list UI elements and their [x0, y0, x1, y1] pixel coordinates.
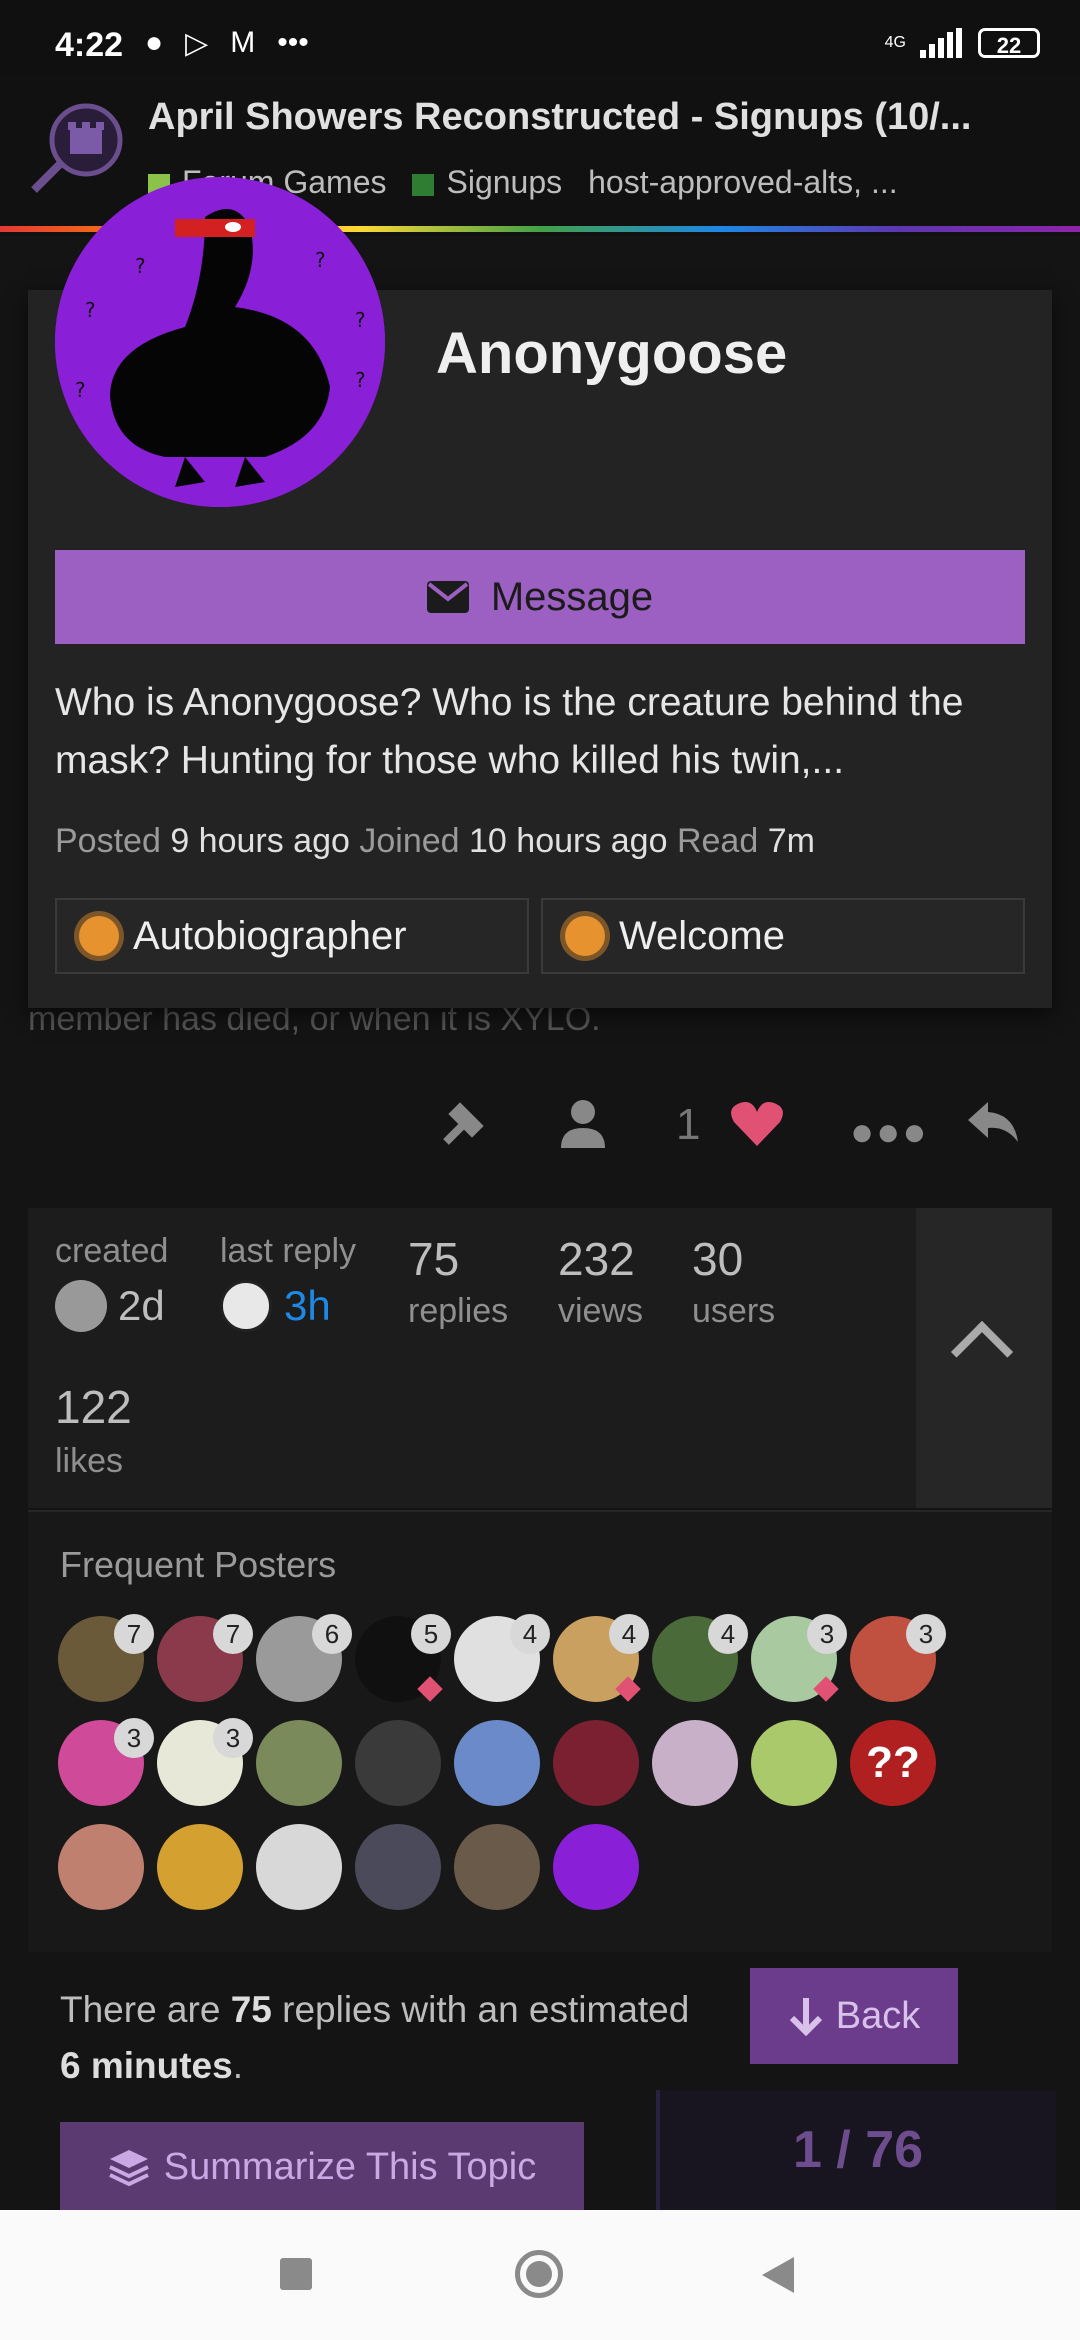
topic-tags[interactable]: host-approved-alts, ...: [588, 164, 897, 201]
poster-avatar[interactable]: [355, 1824, 441, 1910]
last-reply-avatar[interactable]: [220, 1280, 272, 1332]
poster-avatar[interactable]: [454, 1720, 540, 1806]
poster-avatar[interactable]: [355, 1616, 441, 1702]
users-count: 30: [692, 1233, 744, 1285]
heart-like-button[interactable]: [730, 1100, 784, 1153]
user-bio: Who is Anonygoose? Who is the creature b…: [55, 681, 964, 782]
poster-avatar[interactable]: [751, 1616, 837, 1702]
more-dots-icon: •••: [277, 26, 309, 59]
last-reply-value[interactable]: 3h: [284, 1282, 331, 1330]
svg-text:?: ?: [85, 298, 96, 322]
poster-avatar[interactable]: [850, 1616, 936, 1702]
svg-text:?: ?: [355, 308, 366, 332]
poster-avatar[interactable]: [652, 1616, 738, 1702]
topic-title[interactable]: April Showers Reconstructed - Signups (1…: [148, 96, 1028, 139]
more-actions-icon[interactable]: ●●●: [850, 1110, 928, 1155]
poster-avatar[interactable]: [58, 1720, 144, 1806]
battery-icon: 22: [978, 28, 1040, 58]
likes-label: likes: [55, 1442, 124, 1480]
message-button[interactable]: Message: [55, 550, 1025, 644]
svg-text:?: ?: [355, 368, 366, 392]
topic-progress[interactable]: 1 / 76: [656, 2090, 1056, 2210]
poster-avatar[interactable]: [553, 1720, 639, 1806]
poster-avatar[interactable]: [751, 1720, 837, 1806]
poster-avatar[interactable]: [454, 1824, 540, 1910]
arrow-down-icon: [789, 1998, 822, 2036]
user-card-username[interactable]: Anonygoose: [436, 320, 787, 387]
envelope-icon: [426, 581, 469, 613]
reply-icon[interactable]: [966, 1098, 1020, 1151]
topic-map: [28, 1208, 1052, 1508]
poster-avatar[interactable]: [58, 1824, 144, 1910]
svg-text:?: ?: [135, 254, 146, 278]
summarize-topic-button[interactable]: Summarize This Topic: [60, 2122, 584, 2212]
badge-welcome[interactable]: Welcome: [541, 898, 1025, 974]
poster-avatar[interactable]: [553, 1824, 639, 1910]
category-color-swatch: [412, 173, 435, 196]
frequent-posters-title: Frequent Posters: [60, 1544, 337, 1585]
poster-avatar[interactable]: [256, 1616, 342, 1702]
users-label: users: [692, 1292, 776, 1330]
play-icon: ▷: [185, 27, 209, 60]
poster-avatar[interactable]: [355, 1720, 441, 1806]
badge-sun-icon: [565, 916, 605, 956]
last-reply-label: last reply: [220, 1232, 357, 1270]
user-icon[interactable]: [558, 1098, 608, 1161]
poster-avatar[interactable]: [157, 1824, 243, 1910]
svg-text:?: ?: [75, 378, 86, 402]
poster-avatar[interactable]: [58, 1616, 144, 1702]
replies-label: replies: [408, 1292, 509, 1330]
badge-autobiographer[interactable]: Autobiographer: [55, 898, 529, 974]
layers-icon: [108, 2150, 149, 2187]
svg-text:?: ?: [315, 248, 326, 272]
notification-icons: ● ▷ M •••: [145, 26, 309, 61]
likes-count: 122: [55, 1381, 132, 1433]
creator-avatar[interactable]: [55, 1280, 107, 1332]
poster-avatar[interactable]: [553, 1616, 639, 1702]
goose-avatar-icon: ? ? ? ? ? ?: [55, 177, 385, 507]
site-logo-icon[interactable]: [28, 98, 128, 198]
poster-avatar[interactable]: [157, 1720, 243, 1806]
poster-avatar[interactable]: [157, 1616, 243, 1702]
poster-avatar[interactable]: [454, 1616, 540, 1702]
replies-count: 75: [408, 1233, 460, 1285]
poster-avatar[interactable]: [850, 1720, 936, 1806]
back-nav-button[interactable]: [762, 2257, 794, 2293]
status-time: 4:22: [55, 26, 124, 64]
badge-sun-icon: [79, 916, 119, 956]
network-type: 4G: [884, 34, 906, 51]
views-label: views: [558, 1292, 644, 1330]
category-signups[interactable]: Signups: [412, 164, 562, 201]
poster-avatar[interactable]: [256, 1720, 342, 1806]
created-label: created: [55, 1232, 169, 1270]
created-value: 2d: [118, 1282, 165, 1329]
status-right: 4G 22: [885, 28, 1040, 58]
views-count: 232: [558, 1233, 635, 1285]
back-button[interactable]: Back: [750, 1968, 958, 2064]
like-count: 1: [676, 1100, 701, 1149]
gmail-icon: M: [230, 26, 256, 59]
chat-bubble-icon: ●: [145, 26, 164, 59]
home-dot: [526, 2261, 552, 2287]
poster-avatar[interactable]: [256, 1824, 342, 1910]
admin-wrench-icon[interactable]: [436, 1098, 488, 1161]
user-card-avatar[interactable]: ? ? ? ? ? ?: [55, 177, 385, 507]
poster-avatar[interactable]: [652, 1720, 738, 1806]
user-meta: Posted 9 hours ago Joined 10 hours ago R…: [55, 822, 815, 860]
signal-icon: [920, 28, 962, 58]
recents-button[interactable]: [280, 2258, 312, 2290]
